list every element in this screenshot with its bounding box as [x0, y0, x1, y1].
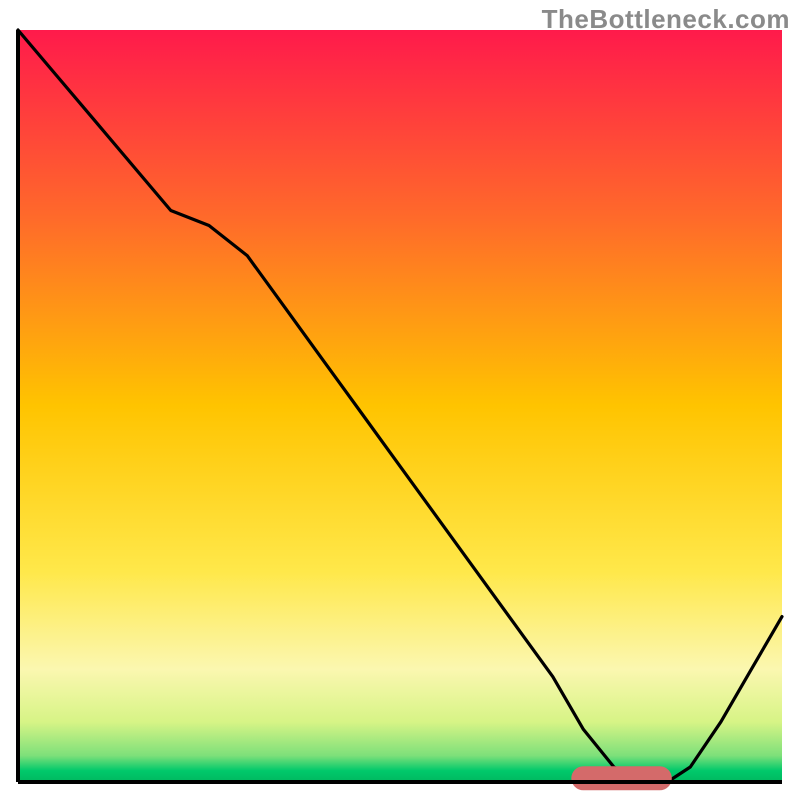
plot-gradient-area	[18, 30, 782, 782]
watermark-text: TheBottleneck.com	[542, 4, 790, 35]
bottleneck-chart: TheBottleneck.com	[0, 0, 800, 800]
chart-canvas	[0, 0, 800, 800]
